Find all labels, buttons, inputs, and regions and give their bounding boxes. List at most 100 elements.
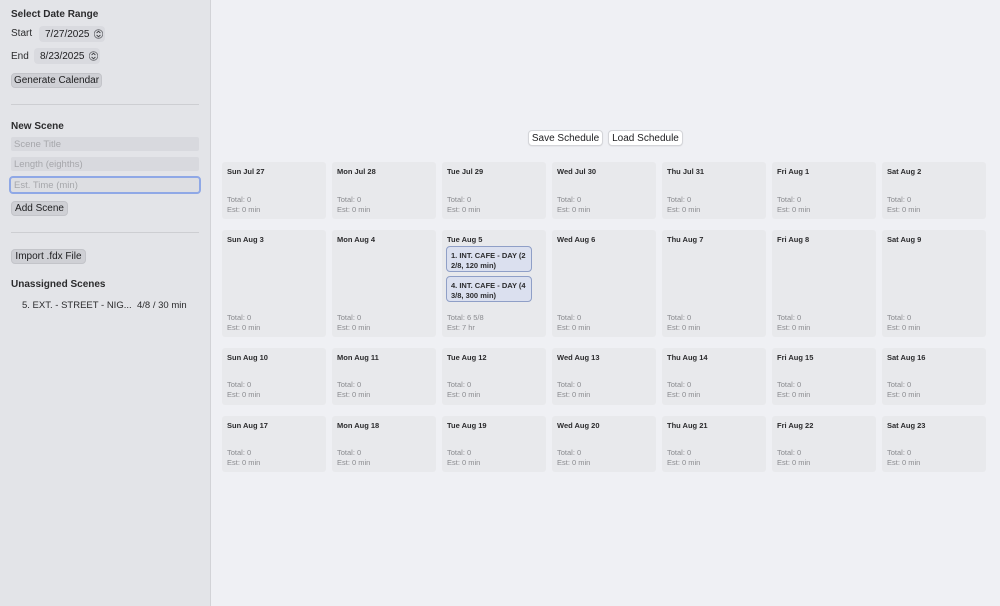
day-total: Total: 0 <box>887 195 912 204</box>
day-title: Sat Aug 23 <box>887 421 926 430</box>
day-total: Total: 0 <box>777 195 802 204</box>
day-total: Total: 0 <box>447 195 472 204</box>
week-row: Sun Aug 10 Total: 0 Est: 0 min Mon Aug 11 To… <box>222 348 990 405</box>
day-title: Sun Aug 10 <box>227 353 268 362</box>
day-total: Total: 0 <box>887 313 912 322</box>
day-cell[interactable]: Thu Jul 31 Total: 0 Est: 0 min <box>662 162 766 219</box>
day-cell[interactable]: Tue Aug 5 1. INT. CAFE - DAY (2 2/8, 120 m… <box>442 230 546 337</box>
day-title: Fri Aug 1 <box>777 167 810 176</box>
day-total: Total: 0 <box>557 448 582 457</box>
end-date-value: 8/23/2025 <box>40 50 85 62</box>
day-title: Sun Aug 17 <box>227 421 268 430</box>
add-scene-button[interactable]: Add Scene <box>11 201 68 216</box>
day-estimate: Est: 0 min <box>447 458 481 467</box>
day-estimate: Est: 0 min <box>227 458 261 467</box>
day-cell[interactable]: Mon Aug 18 Total: 0 Est: 0 min <box>332 416 436 472</box>
day-total: Total: 0 <box>227 195 252 204</box>
day-estimate: Est: 0 min <box>777 205 811 214</box>
import-fdx-button[interactable]: Import .fdx File <box>11 249 86 264</box>
day-cell[interactable]: Mon Jul 28 Total: 0 Est: 0 min <box>332 162 436 219</box>
day-cell[interactable]: Fri Aug 15 Total: 0 Est: 0 min <box>772 348 876 405</box>
day-cell[interactable]: Wed Jul 30 Total: 0 Est: 0 min <box>552 162 656 219</box>
day-cell[interactable]: Wed Aug 20 Total: 0 Est: 0 min <box>552 416 656 472</box>
day-title: Sun Aug 3 <box>227 235 264 244</box>
day-cell[interactable]: Mon Aug 11 Total: 0 Est: 0 min <box>332 348 436 405</box>
generate-calendar-button[interactable]: Generate Calendar <box>11 73 102 88</box>
day-title: Sat Aug 2 <box>887 167 922 176</box>
day-cell[interactable]: Thu Aug 14 Total: 0 Est: 0 min <box>662 348 766 405</box>
day-total: Total: 0 <box>887 448 912 457</box>
day-title: Wed Aug 6 <box>557 235 596 244</box>
load-schedule-button[interactable]: Load Schedule <box>608 130 683 146</box>
day-cell[interactable]: Sun Aug 17 Total: 0 Est: 0 min <box>222 416 326 472</box>
stepper-icon[interactable] <box>89 50 98 62</box>
day-total: Total: 0 <box>227 313 252 322</box>
day-cell[interactable]: Fri Aug 22 Total: 0 Est: 0 min <box>772 416 876 472</box>
day-total: Total: 0 <box>337 380 362 389</box>
day-cell[interactable]: Sat Aug 9 Total: 0 Est: 0 min <box>882 230 986 337</box>
day-cell[interactable]: Fri Aug 8 Total: 0 Est: 0 min <box>772 230 876 337</box>
unassigned-scene-item[interactable]: 5. EXT. - STREET - NIG... 4/8 / 30 min <box>22 300 192 312</box>
day-total: Total: 0 <box>667 195 692 204</box>
day-cell[interactable]: Tue Aug 19 Total: 0 Est: 0 min <box>442 416 546 472</box>
day-title: Thu Aug 7 <box>667 235 704 244</box>
day-estimate: Est: 0 min <box>557 205 591 214</box>
day-cell[interactable]: Tue Aug 12 Total: 0 Est: 0 min <box>442 348 546 405</box>
day-total: Total: 0 <box>227 448 252 457</box>
day-estimate: Est: 0 min <box>557 323 591 332</box>
day-total: Total: 0 <box>227 380 252 389</box>
day-estimate: Est: 0 min <box>337 390 371 399</box>
scene-title-input[interactable] <box>11 137 199 151</box>
day-estimate: Est: 0 min <box>777 390 811 399</box>
day-cell[interactable]: Wed Aug 13 Total: 0 Est: 0 min <box>552 348 656 405</box>
scene-card-line: 4. INT. CAFE - DAY (4 <box>451 281 526 290</box>
day-cell[interactable]: Sun Aug 10 Total: 0 Est: 0 min <box>222 348 326 405</box>
day-total: Total: 0 <box>557 380 582 389</box>
day-cell[interactable]: Tue Jul 29 Total: 0 Est: 0 min <box>442 162 546 219</box>
sidebar: Select Date Range Start 7/27/2025 End 8/… <box>0 0 211 606</box>
day-total: Total: 0 <box>667 313 692 322</box>
new-scene-heading: New Scene <box>11 121 64 132</box>
week-row: Sun Aug 3 Total: 0 Est: 0 min Mon Aug 4 Tota… <box>222 230 990 337</box>
end-date-picker[interactable]: 8/23/2025 <box>34 48 100 64</box>
day-total: Total: 6 5/8 <box>447 313 484 322</box>
unassigned-scene-title: 5. EXT. - STREET - NIG... <box>22 300 132 311</box>
day-total: Total: 0 <box>887 380 912 389</box>
day-title: Tue Jul 29 <box>447 167 484 176</box>
day-total: Total: 0 <box>667 448 692 457</box>
day-title: Mon Jul 28 <box>337 167 376 176</box>
start-label: Start <box>11 28 33 39</box>
day-cell[interactable]: Thu Aug 7 Total: 0 Est: 0 min <box>662 230 766 337</box>
day-cell[interactable]: Sat Aug 16 Total: 0 Est: 0 min <box>882 348 986 405</box>
day-cell[interactable]: Mon Aug 4 Total: 0 Est: 0 min <box>332 230 436 337</box>
scene-length-input[interactable] <box>11 157 199 171</box>
scheduled-scene-card[interactable]: 4. INT. CAFE - DAY (4 3/8, 300 min) <box>446 276 532 302</box>
day-cell[interactable]: Sun Jul 27 Total: 0 Est: 0 min <box>222 162 326 219</box>
day-estimate: Est: 0 min <box>887 323 921 332</box>
day-cell[interactable]: Sat Aug 23 Total: 0 Est: 0 min <box>882 416 986 472</box>
day-estimate: Est: 0 min <box>227 205 261 214</box>
start-date-picker[interactable]: 7/27/2025 <box>39 26 105 42</box>
day-cell[interactable]: Fri Aug 1 Total: 0 Est: 0 min <box>772 162 876 219</box>
day-title: Tue Aug 19 <box>447 421 487 430</box>
day-cell[interactable]: Sun Aug 3 Total: 0 Est: 0 min <box>222 230 326 337</box>
day-cell[interactable]: Thu Aug 21 Total: 0 Est: 0 min <box>662 416 766 472</box>
scene-card-line: 3/8, 300 min) <box>451 291 497 300</box>
scheduled-scene-card[interactable]: 1. INT. CAFE - DAY (2 2/8, 120 min) <box>446 246 532 272</box>
day-title: Tue Aug 12 <box>447 353 487 362</box>
save-schedule-button[interactable]: Save Schedule <box>528 130 603 146</box>
divider <box>11 104 199 105</box>
day-total: Total: 0 <box>447 448 472 457</box>
day-title: Mon Aug 11 <box>337 353 379 362</box>
stepper-icon[interactable] <box>94 28 103 40</box>
day-estimate: Est: 0 min <box>447 390 481 399</box>
day-cell[interactable]: Wed Aug 6 Total: 0 Est: 0 min <box>552 230 656 337</box>
day-title: Thu Aug 14 <box>667 353 708 362</box>
day-title: Tue Aug 5 <box>447 235 483 244</box>
day-cell[interactable]: Sat Aug 2 Total: 0 Est: 0 min <box>882 162 986 219</box>
scene-card-line: 2/8, 120 min) <box>451 261 497 270</box>
day-estimate: Est: 0 min <box>227 323 261 332</box>
scene-time-input[interactable] <box>9 176 201 194</box>
day-total: Total: 0 <box>337 195 362 204</box>
day-estimate: Est: 0 min <box>337 205 371 214</box>
